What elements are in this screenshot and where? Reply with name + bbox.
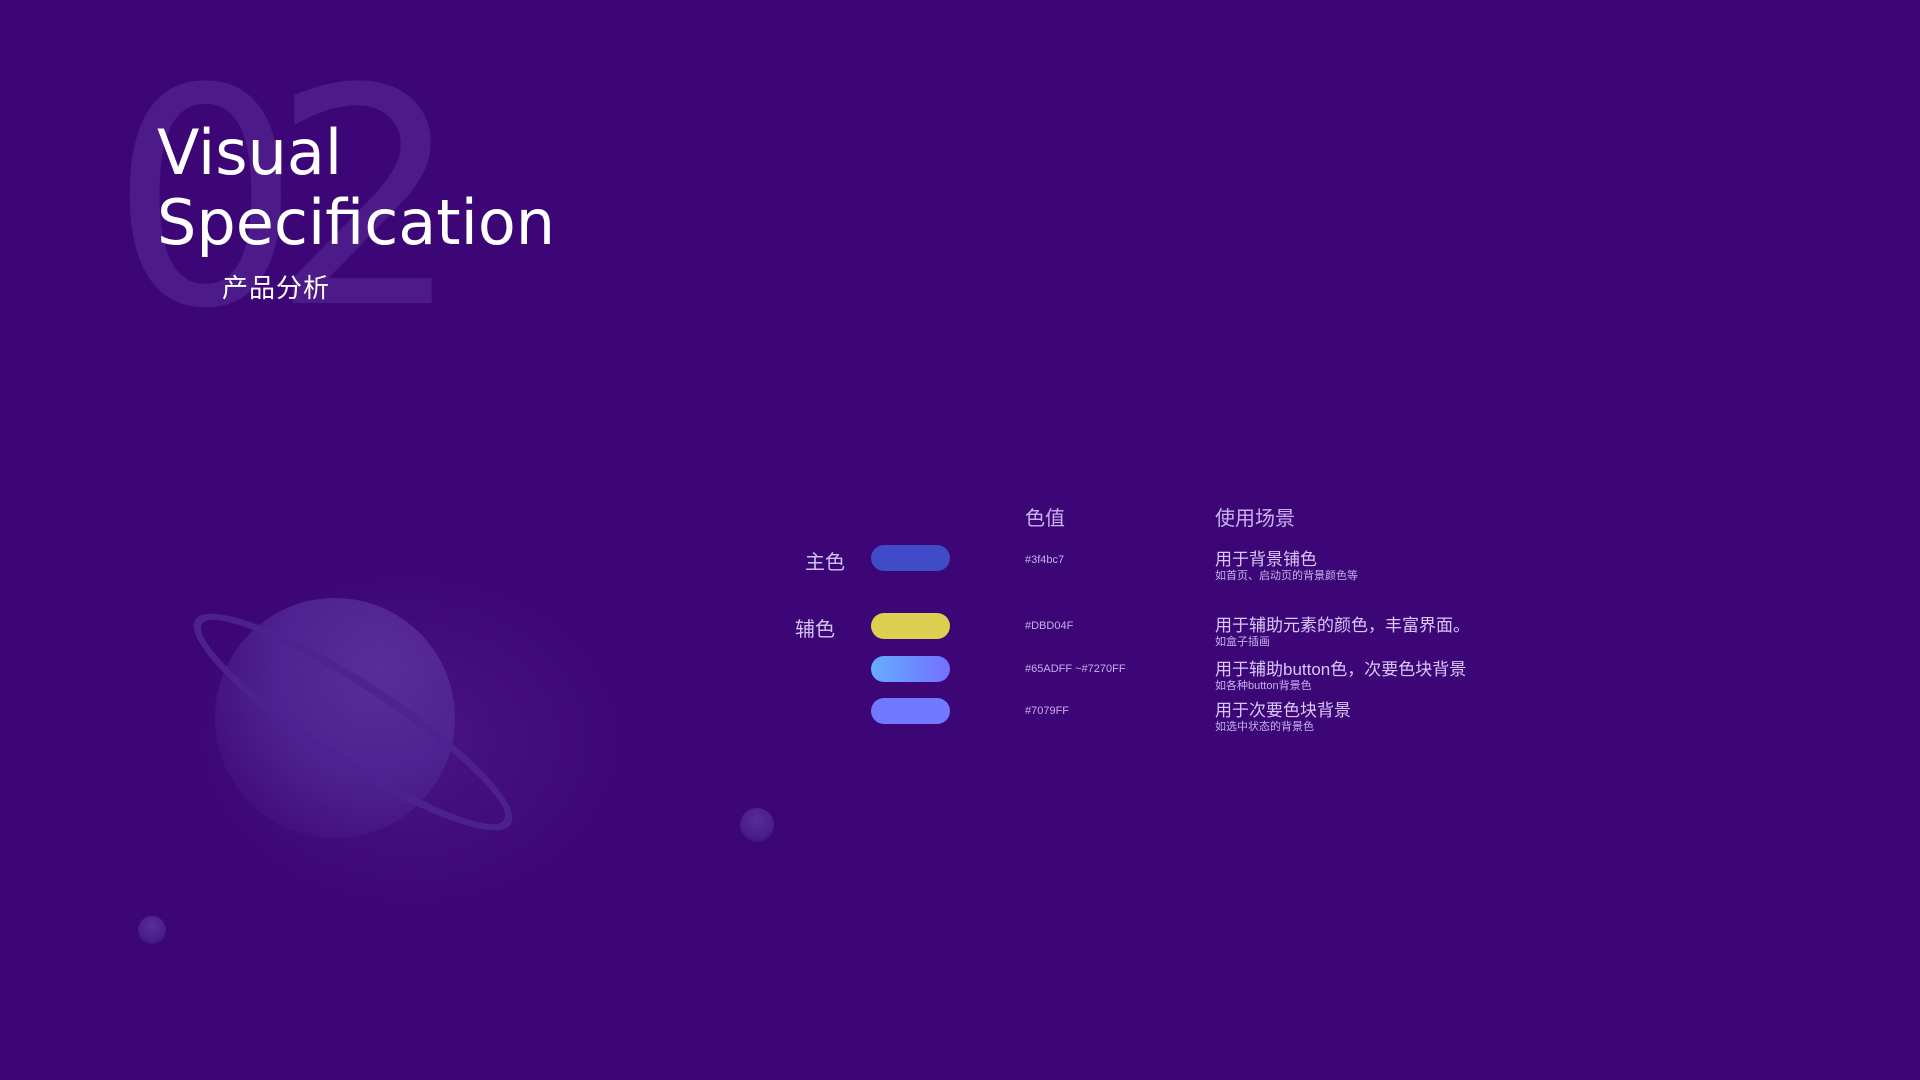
secondary-color-label: 辅色 xyxy=(795,619,835,641)
usage-note: 如选中状态的背景色 xyxy=(1215,721,1314,733)
color-swatch-yellow xyxy=(871,613,950,639)
usage-text: 用于背景铺色 xyxy=(1215,550,1317,569)
hex-value: #7079FF xyxy=(1025,705,1070,717)
usage-description: 用于背景铺色 如首页、启动页的背景颜色等 xyxy=(1215,550,1358,583)
color-swatch-primary xyxy=(871,545,950,571)
title-line-2: Specification xyxy=(157,186,556,259)
usage-description: 用于辅助button色，次要色块背景 如各种button背景色 xyxy=(1215,660,1466,693)
usage-note: 如各种button背景色 xyxy=(1215,680,1312,692)
hex-value: #DBD04F xyxy=(1025,620,1074,632)
usage-text: 用于辅助button色，次要色块背景 xyxy=(1215,660,1467,679)
header-usage: 使用场景 xyxy=(1215,508,1295,530)
color-swatch-gradient xyxy=(871,656,950,682)
title-line-1: Visual xyxy=(157,116,343,189)
usage-note: 如盒子插画 xyxy=(1215,636,1270,648)
hex-value: #65ADFF ~#7270FF xyxy=(1025,663,1126,675)
page-title: Visual Specification xyxy=(157,118,555,258)
hex-value: #3f4bc7 xyxy=(1025,554,1065,566)
primary-color-label: 主色 xyxy=(805,552,845,574)
usage-note: 如首页、启动页的背景颜色等 xyxy=(1215,570,1358,582)
small-orb xyxy=(138,916,166,944)
usage-description: 用于辅助元素的颜色，丰富界面。 如盒子插画 xyxy=(1215,616,1470,649)
usage-description: 用于次要色块背景 如选中状态的背景色 xyxy=(1215,701,1351,734)
color-swatch-periwinkle xyxy=(871,698,950,724)
header-color-value: 色值 xyxy=(1025,508,1065,530)
usage-text: 用于辅助元素的颜色，丰富界面。 xyxy=(1215,616,1470,635)
page-subtitle: 产品分析 xyxy=(222,273,331,303)
usage-text: 用于次要色块背景 xyxy=(1215,701,1351,720)
small-orb xyxy=(740,808,774,842)
